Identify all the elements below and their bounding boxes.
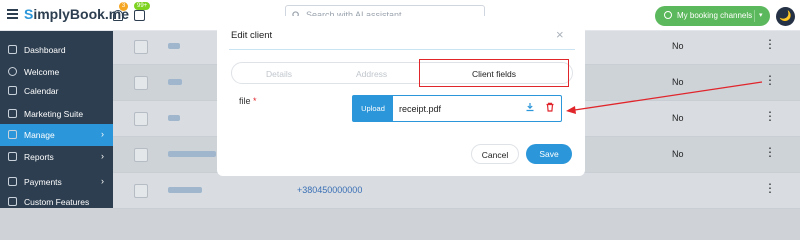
annotation-arrow xyxy=(566,81,763,114)
